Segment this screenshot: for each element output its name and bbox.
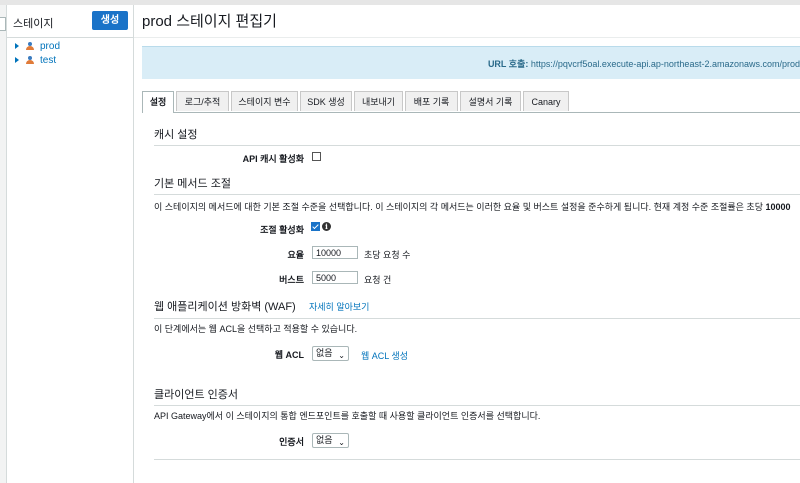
waf-heading: 웹 애플리케이션 방화벽 (WAF) [154,301,296,313]
tab-canary[interactable]: Canary [523,91,569,111]
stage-editor: prod 스테이지 편집기 URL 호출: https://pqvcrf5oal… [134,5,800,483]
sidebar-title: 스테이지 [13,18,54,30]
settings-tabs: 설정 로그/추적 스테이지 변수 SDK 생성 내보내기 배포 기록 설명서 기… [142,91,800,113]
certificate-selected-value: 없음 [316,435,333,445]
certificate-label: 인증서 [279,437,304,447]
section-divider [154,459,800,460]
stage-tree-item-test[interactable]: test [13,53,60,67]
title-divider [134,37,800,38]
waf-description: 이 단계에서는 웹 ACL을 선택하고 적용할 수 있습니다. [154,324,358,334]
stage-label[interactable]: prod [40,41,60,52]
tab-deployment-history[interactable]: 배포 기록 [405,91,458,111]
invoke-url: URL 호출: https://pqvcrf5oal.execute-api.a… [488,57,800,70]
section-divider [154,145,800,146]
rate-label: 요율 [287,250,304,260]
stage-tree: prod test [13,39,60,67]
burst-input[interactable]: 5000 [312,271,358,284]
stage-icon [26,42,34,50]
create-stage-button[interactable]: 생성 [92,11,128,30]
web-acl-label: 웹 ACL [274,350,304,360]
throttling-enable-label: 조절 활성화 [260,225,304,235]
expand-caret-icon[interactable] [15,57,19,63]
waf-learn-more-link[interactable]: 자세히 알아보기 [309,300,369,313]
info-icon[interactable]: i [322,222,331,231]
sidebar-divider [7,37,133,38]
page-title: prod 스테이지 편집기 [142,13,277,30]
tab-logs-tracing[interactable]: 로그/추적 [176,91,229,111]
stages-sidebar: 스테이지 생성 prod test [7,5,134,483]
burst-label: 버스트 [279,275,304,285]
section-divider [154,194,800,195]
sidebar-collapse-bar[interactable] [0,5,7,483]
tab-stage-variables[interactable]: 스테이지 변수 [231,91,298,111]
section-divider [154,405,800,406]
throttling-heading: 기본 메서드 조절 [154,178,231,190]
burst-unit: 요청 건 [364,275,392,285]
throttling-description-text: 이 스테이지의 메서드에 대한 기본 조절 수준을 선택합니다. 이 스테이지의… [154,202,766,212]
web-acl-select[interactable]: 없음 ⌄ [312,346,349,361]
api-cache-label: API 캐시 활성화 [242,154,304,164]
rate-input[interactable]: 10000 [312,246,358,259]
collapse-handle-icon[interactable] [0,17,6,31]
invoke-url-banner: URL 호출: https://pqvcrf5oal.execute-api.a… [142,46,800,79]
client-cert-heading: 클라이언트 인증서 [154,389,239,401]
chevron-down-icon: ⌄ [338,351,345,360]
invoke-url-label: URL 호출: [487,59,529,69]
create-web-acl-link[interactable]: 웹 ACL 생성 [361,349,408,362]
throttling-checkbox[interactable] [311,222,320,231]
tab-documentation-history[interactable]: 설명서 기록 [460,91,521,111]
tab-settings[interactable]: 설정 [142,91,174,113]
account-rate-value: 10000 [765,202,791,212]
tab-sdk-generation[interactable]: SDK 생성 [300,91,352,111]
certificate-select[interactable]: 없음 ⌄ [312,433,349,448]
stage-label[interactable]: test [40,55,56,66]
client-cert-description: API Gateway에서 이 스테이지의 통합 엔드포인트를 호출할 때 사용… [154,411,541,421]
stage-icon [26,56,34,64]
cache-settings-heading: 캐시 설정 [154,129,198,141]
chevron-down-icon: ⌄ [338,438,345,447]
web-acl-selected-value: 없음 [316,348,333,358]
section-divider [154,318,800,319]
tab-export[interactable]: 내보내기 [354,91,403,111]
stage-tree-item-prod[interactable]: prod [13,39,60,53]
api-cache-checkbox[interactable] [312,152,321,161]
invoke-url-link[interactable]: https://pqvcrf5oal.execute-api.ap-northe… [528,59,800,69]
expand-caret-icon[interactable] [15,43,19,49]
rate-unit: 초당 요청 수 [364,250,411,260]
throttling-description: 이 스테이지의 메서드에 대한 기본 조절 수준을 선택합니다. 이 스테이지의… [154,200,791,213]
